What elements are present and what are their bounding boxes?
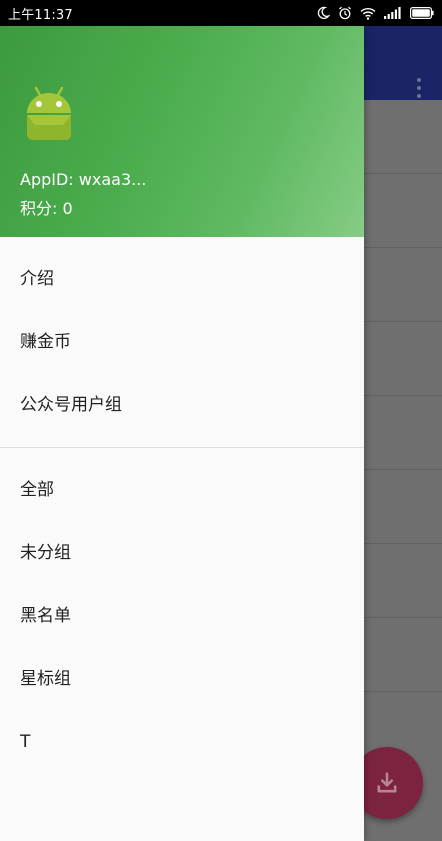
menu-item-ungrouped[interactable]: 未分组 [0, 522, 364, 585]
wifi-icon [360, 7, 376, 20]
moon-icon [317, 6, 330, 20]
status-icons [316, 5, 434, 21]
menu-item-intro[interactable]: 介绍 [0, 248, 364, 311]
menu-item-starred[interactable]: 星标组 [0, 648, 364, 711]
points-label: 积分: 0 [20, 199, 73, 218]
menu-item-t[interactable]: T [0, 711, 364, 774]
status-bar: 上午11:37 [0, 0, 442, 26]
app-id-label: AppID: wxaa3... [20, 170, 147, 189]
screen: 上午11:37 AppID: wxaa3... 积分: 0 介绍 赚金币 公众号… [0, 0, 442, 841]
list-divider [364, 543, 442, 544]
list-divider [364, 469, 442, 470]
navigation-drawer: AppID: wxaa3... 积分: 0 介绍 赚金币 公众号用户组 全部 未… [0, 26, 364, 841]
more-vert-icon[interactable] [414, 78, 424, 102]
list-divider [364, 247, 442, 248]
alarm-icon [339, 6, 351, 20]
list-divider [364, 321, 442, 322]
menu-item-earn-coins[interactable]: 赚金币 [0, 311, 364, 374]
battery-icon [410, 7, 434, 19]
status-time: 上午11:37 [8, 8, 73, 23]
list-divider [364, 617, 442, 618]
primary-menu: 介绍 赚金币 公众号用户组 [0, 237, 364, 437]
drawer-header: AppID: wxaa3... 积分: 0 [0, 26, 364, 237]
list-divider [364, 691, 442, 692]
android-robot-icon [27, 86, 71, 140]
list-divider [364, 395, 442, 396]
group-menu: 全部 未分组 黑名单 星标组 T [0, 448, 364, 774]
list-divider [364, 173, 442, 174]
menu-item-all[interactable]: 全部 [0, 459, 364, 522]
menu-item-user-groups[interactable]: 公众号用户组 [0, 374, 364, 437]
download-icon [377, 772, 397, 793]
signal-icon [384, 7, 401, 19]
menu-item-blacklist[interactable]: 黑名单 [0, 585, 364, 648]
